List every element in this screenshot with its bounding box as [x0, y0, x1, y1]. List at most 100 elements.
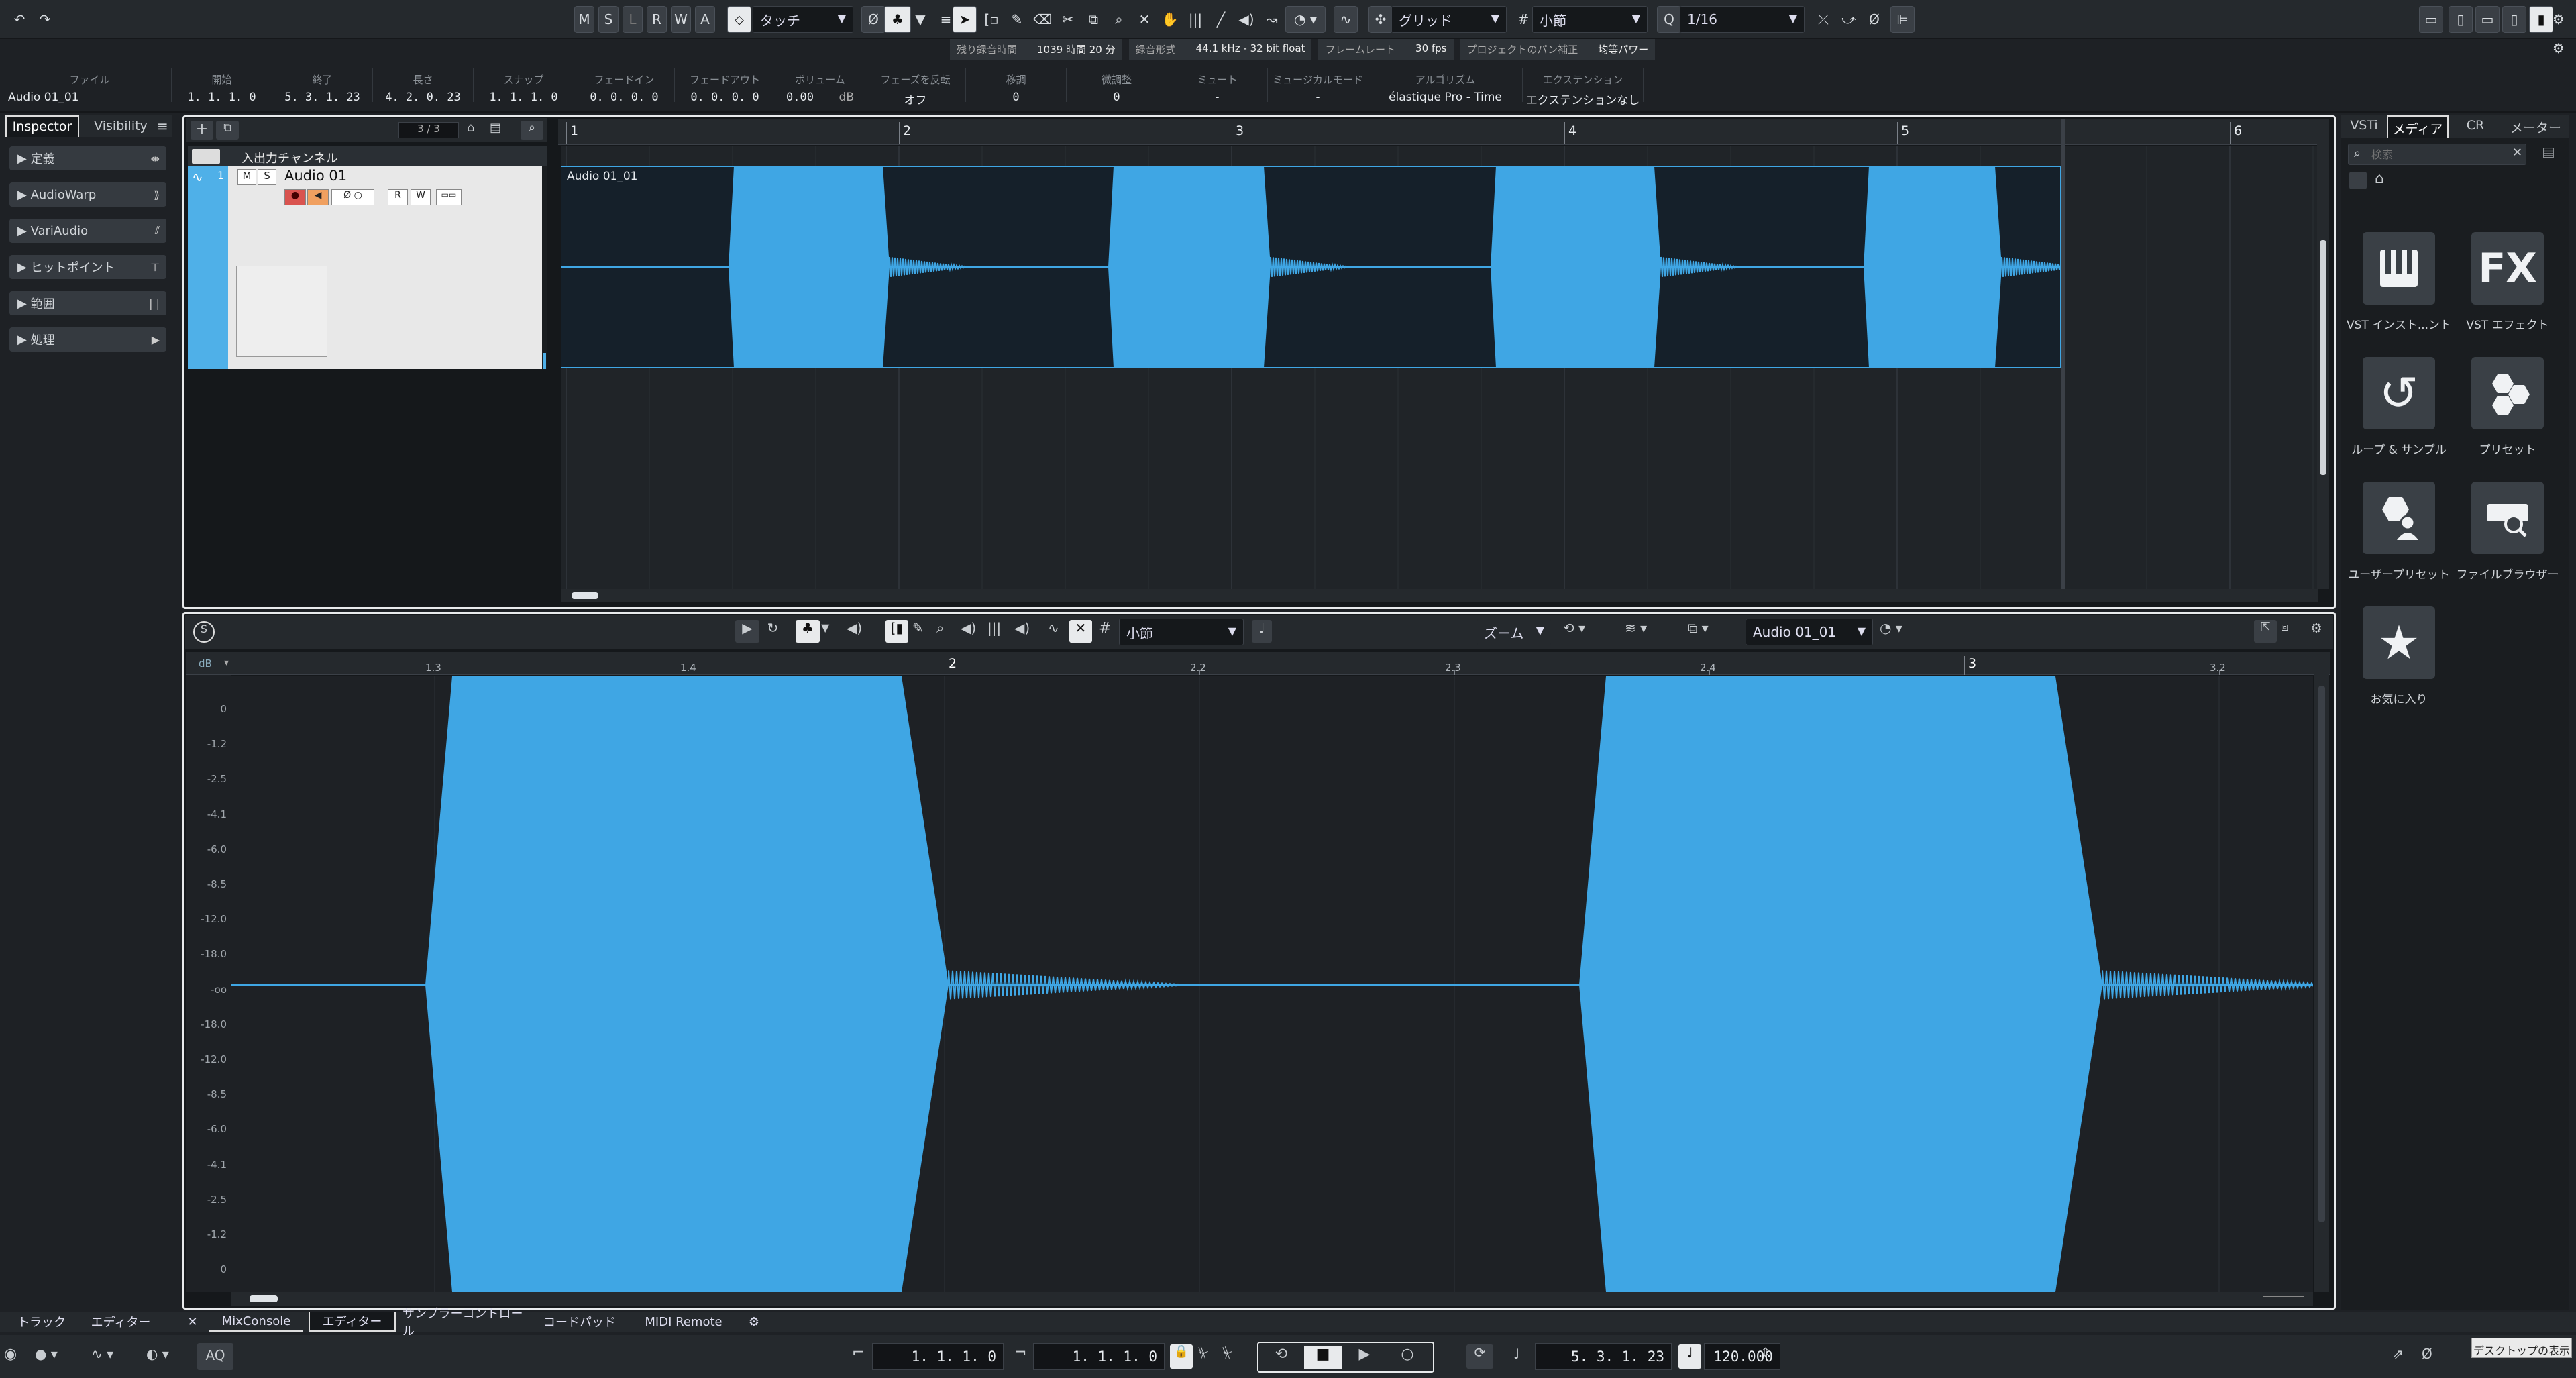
- auto-scroll-icon[interactable]: ∿: [1048, 620, 1059, 636]
- info-fade-out[interactable]: フェードアウト 0. 0. 0. 0: [675, 68, 775, 104]
- tab-mixconsole[interactable]: MixConsole: [209, 1312, 303, 1332]
- track-name[interactable]: Audio 01: [284, 168, 347, 184]
- loops-samples-tile[interactable]: ↺: [2363, 357, 2435, 429]
- track-preset-icon[interactable]: ⧉: [216, 121, 239, 140]
- editor-ruler[interactable]: [186, 652, 2330, 675]
- chevron-down-icon[interactable]: ▾: [224, 657, 229, 668]
- status-icon[interactable]: ◉: [4, 1346, 17, 1363]
- db-unit-select[interactable]: dB: [199, 657, 212, 670]
- snap-icon[interactable]: ♣: [796, 620, 820, 643]
- project-ruler[interactable]: [558, 119, 2322, 145]
- erase-tool-icon[interactable]: ⌫: [1030, 6, 1055, 33]
- vst-effects-tile[interactable]: FX: [2471, 232, 2544, 305]
- info-fine-tune[interactable]: 微調整 0: [1067, 68, 1167, 104]
- favorites-tile[interactable]: ★: [2363, 606, 2435, 679]
- tab-midi-remote[interactable]: MIDI Remote: [633, 1312, 734, 1332]
- zoom-tool-icon[interactable]: ⌕: [1107, 6, 1131, 33]
- add-track-icon[interactable]: +: [191, 121, 213, 140]
- info-length[interactable]: 長さ 4. 2. 0. 23: [373, 68, 474, 104]
- iterative-quantize-icon[interactable]: ⤫: [1811, 6, 1835, 33]
- visibility-icon[interactable]: ⟲ ▾: [1563, 620, 1585, 636]
- play-tool-icon[interactable]: ◀): [961, 620, 976, 636]
- inspector-section-hitpoints[interactable]: ▶ ヒットポイント ⊤: [9, 255, 166, 279]
- info-mute[interactable]: ミュート -: [1167, 68, 1268, 104]
- quantize-select[interactable]: 1/16 ▼: [1680, 6, 1805, 33]
- draw-tool-icon[interactable]: ✎: [1005, 6, 1029, 33]
- gear-icon[interactable]: ⚙: [2310, 620, 2322, 636]
- mute-mode-button[interactable]: M: [574, 6, 594, 33]
- mute-button[interactable]: M: [237, 169, 256, 185]
- automation-mode-select[interactable]: タッチ ▼: [753, 6, 853, 33]
- status-pan-law[interactable]: プロジェクトのパン補正 均等パワー: [1460, 39, 1656, 60]
- record-enable-button[interactable]: ●: [284, 189, 306, 205]
- home-icon[interactable]: ⌂: [2375, 170, 2384, 187]
- file-browser-tile[interactable]: [2471, 482, 2544, 554]
- editor-vertical-scrollbar[interactable]: [2314, 652, 2329, 1292]
- snap-type-select[interactable]: グリッド ▼: [1391, 6, 1507, 33]
- split-tool-icon[interactable]: ✂: [1056, 6, 1080, 33]
- line-tool-icon[interactable]: ╱: [1209, 6, 1233, 33]
- tab-track[interactable]: トラック: [8, 1312, 75, 1332]
- open-window-icon[interactable]: ⇱: [2254, 620, 2277, 643]
- left-zone-icon[interactable]: ▯: [2449, 6, 2473, 33]
- left-locator-icon[interactable]: ⌐: [852, 1344, 864, 1361]
- play-icon[interactable]: ▶: [735, 620, 759, 643]
- range-tool-icon[interactable]: [▫: [979, 6, 1004, 33]
- close-icon[interactable]: ✕: [182, 1312, 203, 1332]
- read-mode-button[interactable]: R: [647, 6, 667, 33]
- hand-tool-icon[interactable]: ✋: [1158, 6, 1182, 33]
- info-musical-mode[interactable]: ミュージカルモード -: [1268, 68, 1368, 104]
- info-start[interactable]: 開始 1. 1. 1. 0: [172, 68, 272, 104]
- tab-editor-left[interactable]: エディター: [80, 1312, 161, 1332]
- waveform-mode-icon[interactable]: ∿ ▾: [91, 1346, 113, 1362]
- zoom-select[interactable]: ズーム ▼: [1477, 619, 1551, 645]
- cycle-marker-icon[interactable]: ♣: [884, 6, 911, 33]
- gear-icon[interactable]: ⚙: [741, 1312, 767, 1332]
- glue-tool-icon[interactable]: ⧉: [1081, 6, 1106, 33]
- info-fade-in[interactable]: フェードイン 0. 0. 0. 0: [574, 68, 675, 104]
- auto-scroll-icon[interactable]: ∿: [1334, 6, 1358, 33]
- constrain-delay-icon[interactable]: Ø: [861, 6, 885, 33]
- grid-type-select[interactable]: 小節 ▼: [1532, 6, 1648, 33]
- warp-tool-icon[interactable]: ↝: [1260, 6, 1284, 33]
- write-button[interactable]: W: [411, 189, 431, 205]
- color-icon[interactable]: ◔ ▾: [1880, 620, 1902, 636]
- pointer-tool-icon[interactable]: ➤: [953, 6, 977, 33]
- track-visibility-icon[interactable]: ⌂: [467, 121, 487, 140]
- presets-tile[interactable]: [2471, 357, 2544, 429]
- media-search-input[interactable]: ⌕ ✕: [2348, 144, 2526, 165]
- event-select[interactable]: Audio 01_01 ▼: [1746, 619, 1873, 645]
- draw-tool-icon[interactable]: ✎: [912, 620, 924, 636]
- speaker-icon[interactable]: ◀): [1014, 620, 1030, 636]
- undo-icon[interactable]: ↶: [9, 6, 30, 33]
- chevron-down-icon[interactable]: ▼: [912, 6, 928, 33]
- close-icon[interactable]: ✕: [2512, 146, 2522, 160]
- tab-editor[interactable]: エディター: [309, 1312, 396, 1332]
- status-record-format[interactable]: 録音形式 44.1 kHz - 32 bit float: [1128, 39, 1312, 60]
- read-button[interactable]: R: [388, 189, 408, 205]
- align-icon[interactable]: ⊫: [1890, 6, 1915, 33]
- chevron-down-icon[interactable]: ▼: [821, 621, 829, 634]
- editor-logo-icon[interactable]: S: [193, 621, 215, 643]
- quantize-icon[interactable]: Q: [1657, 6, 1681, 33]
- tab-sampler-control[interactable]: サンプラーコントロール: [402, 1307, 530, 1338]
- tempo-track-icon[interactable]: ♩: [1678, 1344, 1701, 1369]
- monitor-button[interactable]: ◀: [307, 189, 329, 205]
- inspector-section-variaudio[interactable]: ▶ VariAudio ⫽: [9, 219, 166, 243]
- tab-media[interactable]: メディア: [2387, 115, 2449, 138]
- status-record-time[interactable]: 残り録音時間 1039 時間 20 分: [950, 39, 1122, 60]
- lanes-button[interactable]: ▭▭: [436, 189, 462, 205]
- tempo-stepper-icon[interactable]: ⇕: [1760, 1346, 1770, 1360]
- tab-meter[interactable]: メーター: [2502, 118, 2569, 138]
- sync-icon[interactable]: ⇗: [2392, 1346, 2404, 1362]
- vst-instruments-tile[interactable]: [2363, 232, 2435, 305]
- window-layout-icon[interactable]: ▭: [2419, 6, 2443, 33]
- list-view-icon[interactable]: ▤: [2536, 144, 2561, 165]
- inspector-section-process[interactable]: ▶ 処理 ▶: [9, 327, 166, 352]
- inspector-section-range[interactable]: ▶ 範囲 | |: [9, 291, 166, 315]
- cycle-icon[interactable]: ⟲: [1261, 1346, 1301, 1369]
- editor-grid-select[interactable]: 小節 ▼: [1119, 619, 1244, 645]
- layers-icon[interactable]: ≋ ▾: [1625, 620, 1647, 636]
- snap-icon[interactable]: ✣: [1368, 6, 1393, 33]
- record-mode-icon[interactable]: ● ▾: [35, 1346, 58, 1362]
